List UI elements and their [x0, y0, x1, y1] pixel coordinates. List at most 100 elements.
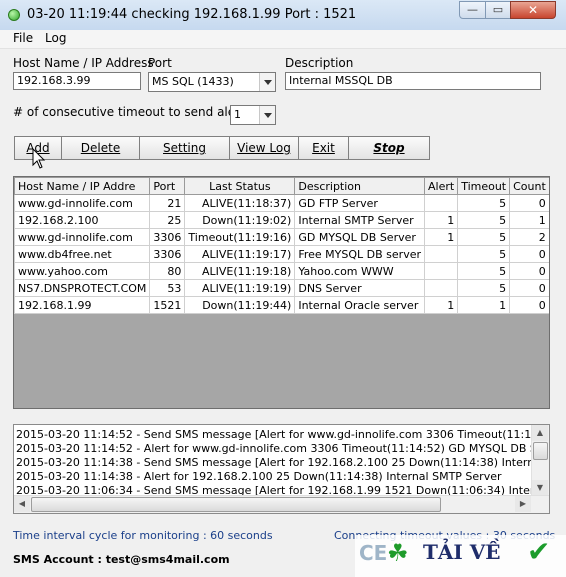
- cell-timeout: 5: [457, 228, 511, 246]
- col-host[interactable]: Host Name / IP Addre: [14, 177, 151, 195]
- cell-timeout: 5: [457, 262, 511, 280]
- table-row[interactable]: www.gd-innolife.com 21 ALIVE(11:18:37) G…: [14, 194, 549, 212]
- scroll-right-icon[interactable]: ▶: [515, 496, 531, 512]
- port-select-value: MS SQL (1433): [152, 75, 234, 88]
- menu-bar: File Log: [0, 30, 566, 49]
- cell-timeout: 1: [457, 296, 511, 314]
- cell-host: NS7.DNSPROTECT.COM: [14, 279, 151, 297]
- log-panel[interactable]: 2015-03-20 11:14:52 - Send SMS message […: [13, 424, 550, 514]
- cell-description: Internal SMTP Server: [294, 211, 425, 229]
- col-last-status[interactable]: Last Status: [184, 177, 296, 195]
- cell-count: 1: [509, 211, 549, 229]
- monitor-table-panel: Host Name / IP Addre Port Last Status De…: [13, 176, 550, 409]
- table-row[interactable]: 192.168.1.99 1521 Down(11:19:44) Interna…: [14, 296, 549, 314]
- col-port[interactable]: Port: [149, 177, 186, 195]
- table-header-row: Host Name / IP Addre Port Last Status De…: [14, 177, 549, 195]
- view-log-button[interactable]: View Log: [229, 136, 299, 160]
- scroll-thumb[interactable]: [31, 497, 441, 512]
- cell-count: 0: [509, 245, 549, 263]
- app-status-icon: [8, 9, 20, 21]
- cell-description: Internal Oracle server: [294, 296, 425, 314]
- mouse-cursor-icon: [32, 148, 46, 169]
- cell-port: 3306: [149, 228, 186, 246]
- cell-timeout: 5: [457, 194, 511, 212]
- main-window: 03-20 11:19:44 checking 192.168.1.99 Por…: [0, 0, 566, 577]
- cell-status: ALIVE(11:19:18): [184, 262, 296, 280]
- host-input[interactable]: 192.168.3.99: [13, 72, 141, 90]
- host-label: Host Name / IP Address: [13, 56, 154, 70]
- scroll-up-icon[interactable]: ▲: [532, 425, 548, 441]
- maximize-button[interactable]: ▭: [485, 1, 511, 19]
- exit-button[interactable]: Exit: [298, 136, 349, 160]
- cell-count: 0: [509, 279, 549, 297]
- table-row[interactable]: www.gd-innolife.com 3306 Timeout(11:19:1…: [14, 228, 549, 246]
- clover-icon: ☘: [387, 539, 409, 567]
- table-row[interactable]: www.db4free.net 3306 ALIVE(11:19:17) Fre…: [14, 245, 549, 263]
- log-line: 2015-03-20 11:14:52 - Alert for www.gd-i…: [16, 442, 550, 455]
- cell-host: www.db4free.net: [14, 245, 151, 263]
- cell-description: DNS Server: [294, 279, 425, 297]
- cell-host: 192.168.1.99: [14, 296, 151, 314]
- cell-host: 192.168.2.100: [14, 211, 151, 229]
- watermark-logo: CE ☘ TẢI VỀ ✔: [355, 535, 566, 577]
- delete-button[interactable]: Delete: [61, 136, 140, 160]
- table-row[interactable]: NS7.DNSPROTECT.COM 53 ALIVE(11:19:19) DN…: [14, 279, 549, 297]
- cell-port: 1521: [149, 296, 186, 314]
- sms-account: SMS Account : test@sms4mail.com: [13, 553, 230, 566]
- stop-button[interactable]: Stop: [348, 136, 430, 160]
- cell-host: www.gd-innolife.com: [14, 228, 151, 246]
- col-count[interactable]: Count: [509, 177, 549, 195]
- log-line: 2015-03-20 11:14:52 - Send SMS message […: [16, 428, 550, 441]
- scroll-thumb[interactable]: [533, 442, 548, 460]
- cell-port: 21: [149, 194, 186, 212]
- cell-status: Down(11:19:02): [184, 211, 296, 229]
- close-button[interactable]: ✕: [510, 1, 556, 19]
- table-row[interactable]: 192.168.2.100 25 Down(11:19:02) Internal…: [14, 211, 549, 229]
- chevron-down-icon[interactable]: [259, 106, 275, 124]
- watermark-brand: CE: [359, 541, 388, 565]
- setting-button[interactable]: Setting: [139, 136, 230, 160]
- cell-description: Yahoo.com WWW: [294, 262, 425, 280]
- chevron-down-icon[interactable]: [259, 73, 275, 91]
- cell-host: www.gd-innolife.com: [14, 194, 151, 212]
- toolbar: Add Delete Setting View Log Exit Stop: [14, 136, 430, 169]
- timeout-alert-value: 1: [234, 108, 241, 121]
- cell-status: Timeout(11:19:16): [184, 228, 296, 246]
- checkmark-icon: ✔: [527, 535, 551, 568]
- timeout-alert-select[interactable]: 1: [230, 105, 276, 125]
- cell-alert: [423, 279, 459, 297]
- cell-status: Down(11:19:44): [184, 296, 296, 314]
- log-vertical-scrollbar[interactable]: ▲ ▼: [531, 425, 549, 496]
- cell-port: 80: [149, 262, 186, 280]
- cell-status: ALIVE(11:18:37): [184, 194, 296, 212]
- cell-count: 0: [509, 262, 549, 280]
- title-bar[interactable]: 03-20 11:19:44 checking 192.168.1.99 Por…: [0, 0, 566, 31]
- table-row[interactable]: www.yahoo.com 80 ALIVE(11:19:18) Yahoo.c…: [14, 262, 549, 280]
- minimize-button[interactable]: —: [459, 1, 486, 19]
- description-input[interactable]: Internal MSSQL DB: [285, 72, 541, 90]
- cell-port: 53: [149, 279, 186, 297]
- log-line: 2015-03-20 11:14:38 - Alert for 192.168.…: [16, 470, 502, 483]
- window-title: 03-20 11:19:44 checking 192.168.1.99 Por…: [27, 7, 357, 22]
- cell-count: 0: [509, 194, 549, 212]
- cell-timeout: 5: [457, 245, 511, 263]
- scroll-left-icon[interactable]: ◀: [14, 496, 30, 512]
- cell-count: 2: [509, 228, 549, 246]
- menu-log[interactable]: Log: [45, 31, 66, 45]
- col-timeout[interactable]: Timeout: [457, 177, 511, 195]
- log-line: 2015-03-20 11:14:38 - Send SMS message […: [16, 456, 549, 469]
- port-select[interactable]: MS SQL (1433): [148, 72, 276, 92]
- cell-alert: [423, 262, 459, 280]
- scroll-down-icon[interactable]: ▼: [532, 480, 548, 496]
- cell-alert: [423, 194, 459, 212]
- port-label: Port: [148, 56, 172, 70]
- col-alert[interactable]: Alert: [423, 177, 459, 195]
- cell-description: Free MYSQL DB server: [294, 245, 425, 263]
- log-horizontal-scrollbar[interactable]: ◀ ▶: [14, 495, 549, 513]
- menu-file[interactable]: File: [13, 31, 33, 45]
- cell-status: ALIVE(11:19:17): [184, 245, 296, 263]
- cell-alert: 1: [423, 228, 459, 246]
- col-description[interactable]: Description: [294, 177, 425, 195]
- cell-host: www.yahoo.com: [14, 262, 151, 280]
- cell-count: 0: [509, 296, 549, 314]
